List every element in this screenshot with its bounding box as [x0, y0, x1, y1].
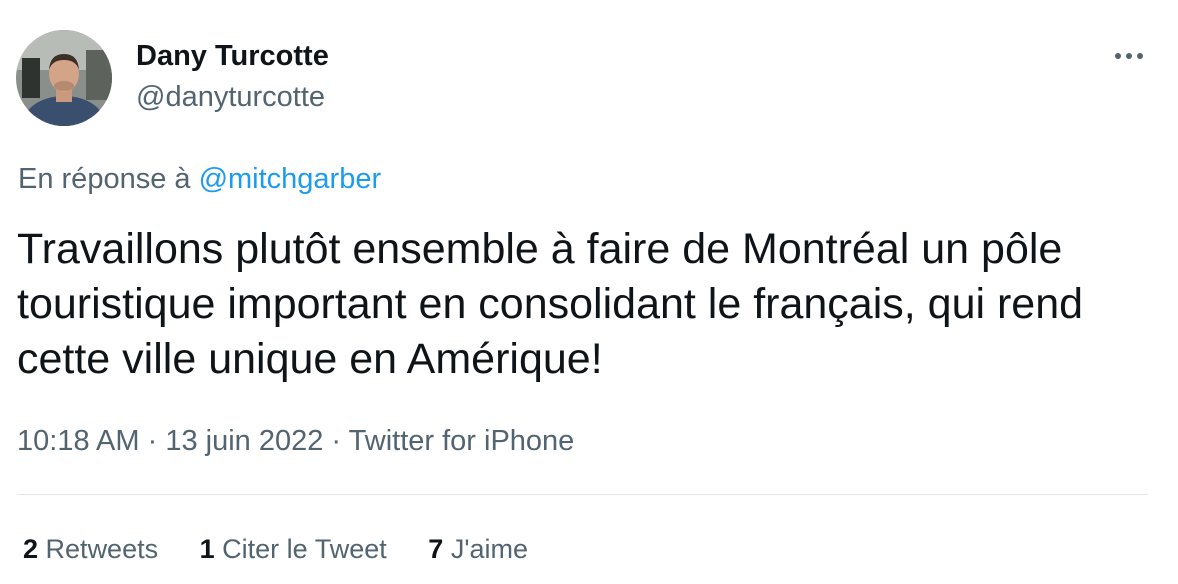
tweet-date[interactable]: 13 juin 2022	[165, 425, 323, 457]
tweet-text: Travaillons plutôt ensemble à faire de M…	[17, 225, 1084, 383]
reply-prefix: En réponse à	[18, 163, 191, 195]
tweet-source[interactable]: Twitter for iPhone	[349, 425, 575, 457]
likes-count: 7	[428, 534, 444, 564]
meta-separator: ·	[331, 425, 342, 457]
likes-label: J'aime	[450, 534, 528, 564]
quotes-stat[interactable]: 1 Citer le Tweet	[200, 531, 387, 567]
divider	[17, 494, 1148, 495]
author-handle[interactable]: @danyturcotte	[136, 80, 325, 114]
quotes-count: 1	[199, 534, 215, 564]
engagement-stats: 2 Retweets 1 Citer le Tweet 7 J'aime	[23, 531, 528, 567]
tweet-card: Dany Turcotte @danyturcotte En réponse à…	[0, 0, 1178, 584]
meta-separator: ·	[147, 425, 158, 457]
more-options-button[interactable]	[1108, 40, 1152, 72]
author-name[interactable]: Dany Turcotte	[136, 39, 329, 73]
reply-mention-link[interactable]: @mitchgarber	[199, 163, 382, 195]
retweets-stat[interactable]: 2 Retweets	[23, 531, 158, 567]
more-horizontal-icon	[1115, 53, 1143, 59]
retweets-label: Retweets	[45, 534, 159, 564]
avatar-image	[16, 30, 112, 126]
likes-stat[interactable]: 7 J'aime	[428, 531, 528, 567]
retweets-count: 2	[23, 534, 39, 564]
tweet-metadata: 10:18 AM · 13 juin 2022 · Twitter for iP…	[17, 423, 574, 459]
quotes-label: Citer le Tweet	[222, 534, 387, 564]
avatar[interactable]	[16, 30, 112, 126]
reply-context: En réponse à @mitchgarber	[18, 161, 381, 197]
tweet-time[interactable]: 10:18 AM	[17, 425, 140, 457]
